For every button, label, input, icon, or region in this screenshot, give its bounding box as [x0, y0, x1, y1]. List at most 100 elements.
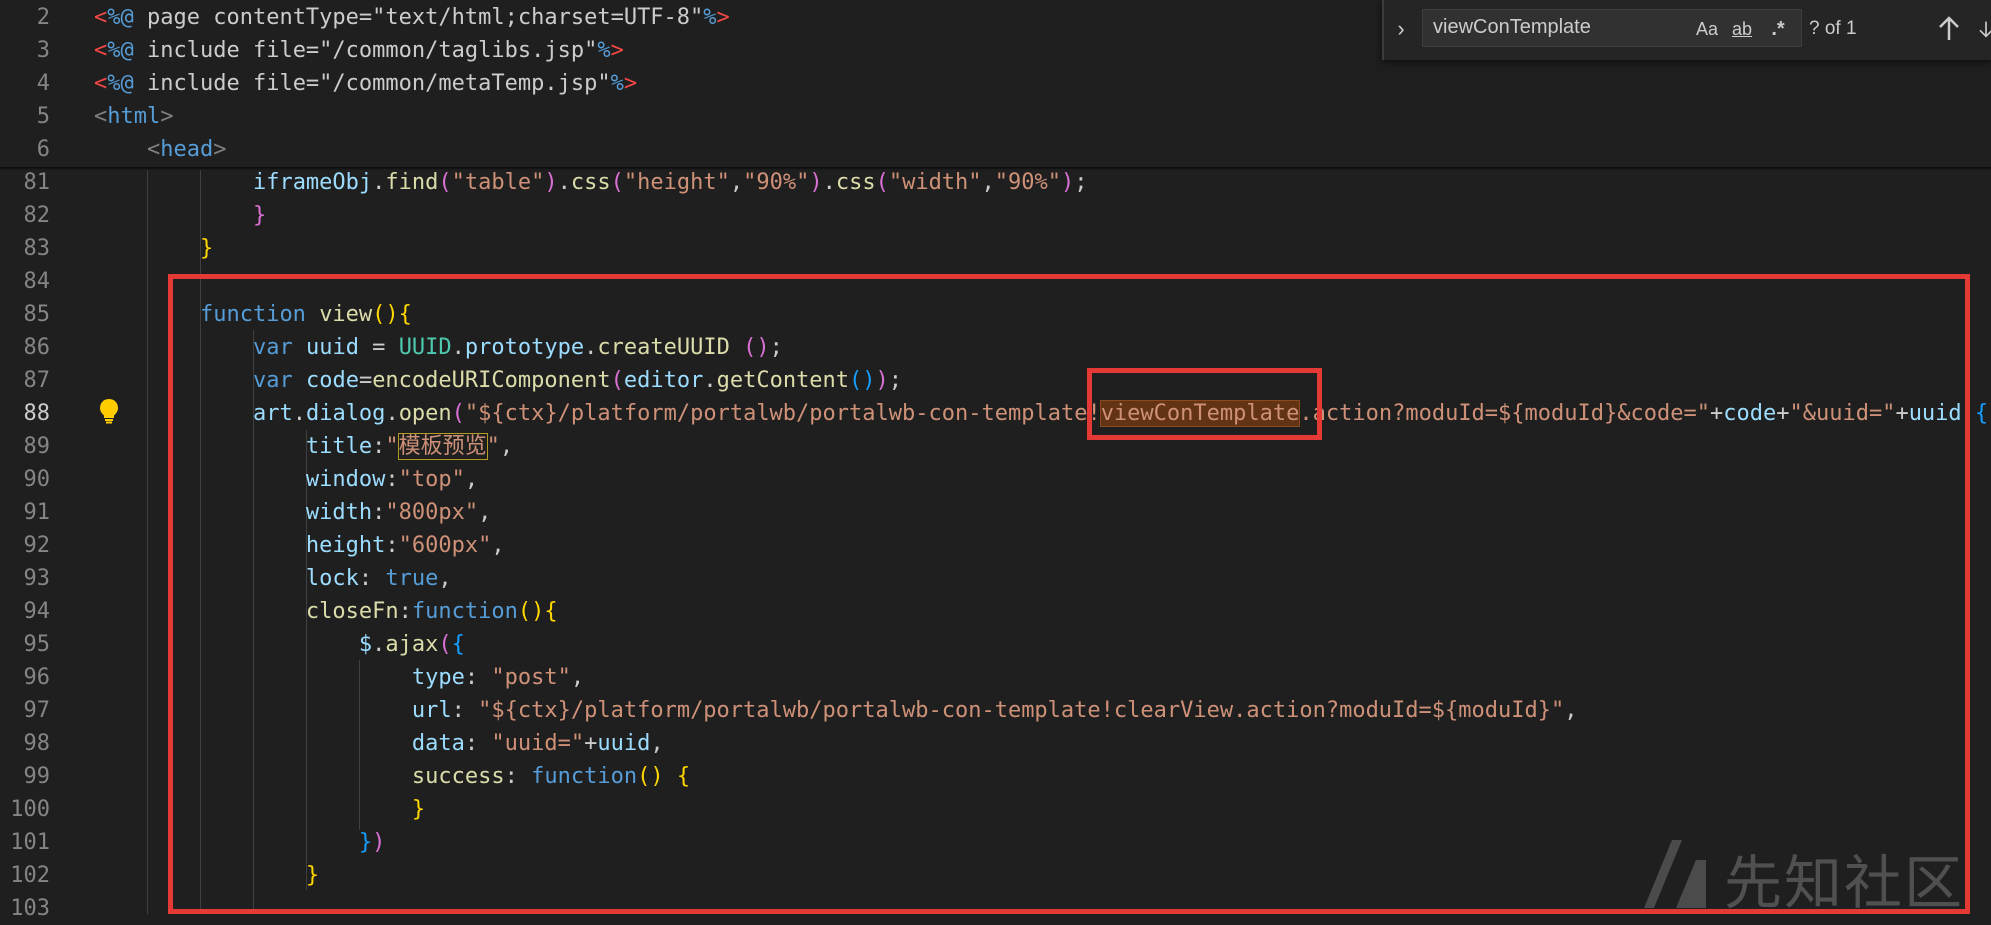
code-token: page contentType="text/html;charset=UTF-…: [133, 5, 704, 30]
code-token: {: [1974, 401, 1989, 426]
code-token: %: [703, 5, 717, 30]
line-number[interactable]: 4: [0, 67, 50, 100]
code-token: >: [213, 137, 227, 162]
find-match-count: ? of 1: [1809, 18, 1857, 39]
line-number[interactable]: 96: [0, 661, 51, 694]
code-token: ;: [1074, 170, 1088, 195]
code-line[interactable]: 82 }: [0, 199, 1991, 232]
line-number[interactable]: 88: [0, 397, 51, 430]
line-content[interactable]: <%@ include file="/common/metaTemp.jsp"%…: [94, 67, 637, 100]
line-number[interactable]: 103: [0, 892, 50, 925]
whole-word-toggle[interactable]: ab: [1727, 16, 1757, 42]
code-token: css: [835, 170, 876, 195]
code-token: "90%": [994, 170, 1062, 195]
code-line[interactable]: 83 }: [0, 232, 1991, 265]
code-line[interactable]: 5 <html>: [0, 100, 1991, 133]
line-number[interactable]: 5: [0, 100, 50, 133]
code-token: head: [160, 137, 214, 162]
line-number[interactable]: 99: [0, 760, 51, 793]
line-content[interactable]: }: [94, 232, 213, 265]
line-content[interactable]: <%@ include file="/common/taglibs.jsp"%>: [94, 34, 624, 67]
annotation-box-function: [168, 274, 1970, 914]
line-number[interactable]: 85: [0, 298, 51, 331]
lightbulb-icon[interactable]: [98, 398, 120, 424]
code-token: >: [623, 71, 638, 96]
code-token: >: [160, 104, 174, 129]
code-token: %: [597, 38, 611, 63]
code-token: %: [610, 71, 624, 96]
line-content[interactable]: <%@ page contentType="text/html;charset=…: [94, 1, 730, 34]
code-token: >: [716, 5, 730, 30]
line-number[interactable]: 101: [0, 826, 50, 859]
line-number[interactable]: 81: [0, 166, 51, 199]
line-number[interactable]: 91: [0, 496, 51, 529]
code-token: %@: [107, 38, 134, 63]
line-number[interactable]: 3: [0, 34, 50, 67]
code-token: css: [570, 170, 611, 195]
code-token: >: [610, 38, 624, 63]
regex-toggle[interactable]: .*: [1763, 16, 1793, 42]
code-token: iframeObj: [252, 170, 373, 195]
line-number[interactable]: 102: [0, 859, 50, 892]
code-token: <: [94, 104, 108, 129]
sticky-scroll-shadow: [0, 167, 1991, 170]
code-token: .: [557, 170, 571, 195]
code-token: "90%": [743, 170, 810, 195]
code-token: %@: [107, 71, 134, 96]
line-content[interactable]: }: [94, 199, 266, 232]
line-number[interactable]: 100: [0, 793, 50, 826]
code-token: .: [372, 170, 386, 195]
code-line[interactable]: 4 <%@ include file="/common/metaTemp.jsp"…: [0, 67, 1991, 100]
toggle-replace-chevron-icon[interactable]: ›: [1388, 14, 1414, 44]
code-token: <: [94, 38, 108, 63]
code-token: include file="/common/taglibs.jsp": [133, 38, 598, 63]
code-token: (: [610, 170, 624, 195]
code-token: (: [438, 170, 452, 195]
code-token: <: [146, 137, 161, 162]
code-token: .: [822, 170, 836, 195]
code-token: ,: [981, 170, 995, 195]
line-number[interactable]: 90: [0, 463, 51, 496]
line-number[interactable]: 89: [0, 430, 51, 463]
line-number[interactable]: 86: [0, 331, 51, 364]
line-number[interactable]: 2: [0, 1, 50, 34]
find-widget[interactable]: › viewConTemplate Aa ab .* ? of 1: [1382, 0, 1991, 60]
line-number[interactable]: 84: [0, 265, 51, 298]
watermark-logo-icon: [1644, 840, 1706, 908]
code-token: find: [385, 170, 439, 195]
line-number[interactable]: 87: [0, 364, 51, 397]
code-token: ): [809, 170, 823, 195]
code-line[interactable]: 81 iframeObj.find("table").css("height",…: [0, 166, 1991, 199]
line-number[interactable]: 83: [0, 232, 51, 265]
line-number[interactable]: 92: [0, 529, 51, 562]
previous-match-arrow-up-icon[interactable]: [1934, 12, 1964, 46]
line-number[interactable]: 98: [0, 727, 51, 760]
find-input[interactable]: viewConTemplate Aa ab .*: [1422, 9, 1802, 47]
line-content[interactable]: <html>: [94, 100, 173, 133]
code-token: "width": [888, 170, 982, 195]
code-token: }: [252, 203, 267, 228]
find-input-value[interactable]: viewConTemplate: [1433, 16, 1591, 39]
code-token: (: [875, 170, 889, 195]
line-number[interactable]: 93: [0, 562, 51, 595]
code-line[interactable]: 6 <head>: [0, 133, 1991, 166]
line-number[interactable]: 95: [0, 628, 51, 661]
line-number[interactable]: 94: [0, 595, 51, 628]
watermark-text: 先知社区: [1724, 849, 1965, 917]
line-number[interactable]: 82: [0, 199, 51, 232]
code-editor[interactable]: 81 iframeObj.find("table").css("height",…: [0, 0, 1991, 921]
line-content[interactable]: <head>: [94, 133, 226, 166]
code-token: html: [107, 104, 161, 129]
match-case-toggle[interactable]: Aa: [1693, 16, 1721, 42]
code-token: <: [94, 71, 108, 96]
code-token: %@: [107, 5, 134, 30]
line-content[interactable]: iframeObj.find("table").css("height","90…: [94, 166, 1088, 199]
line-number[interactable]: 6: [0, 133, 50, 166]
line-number[interactable]: 97: [0, 694, 51, 727]
code-token: include file="/common/metaTemp.jsp": [133, 71, 611, 96]
next-match-arrow-down-icon[interactable]: [1976, 12, 1991, 46]
